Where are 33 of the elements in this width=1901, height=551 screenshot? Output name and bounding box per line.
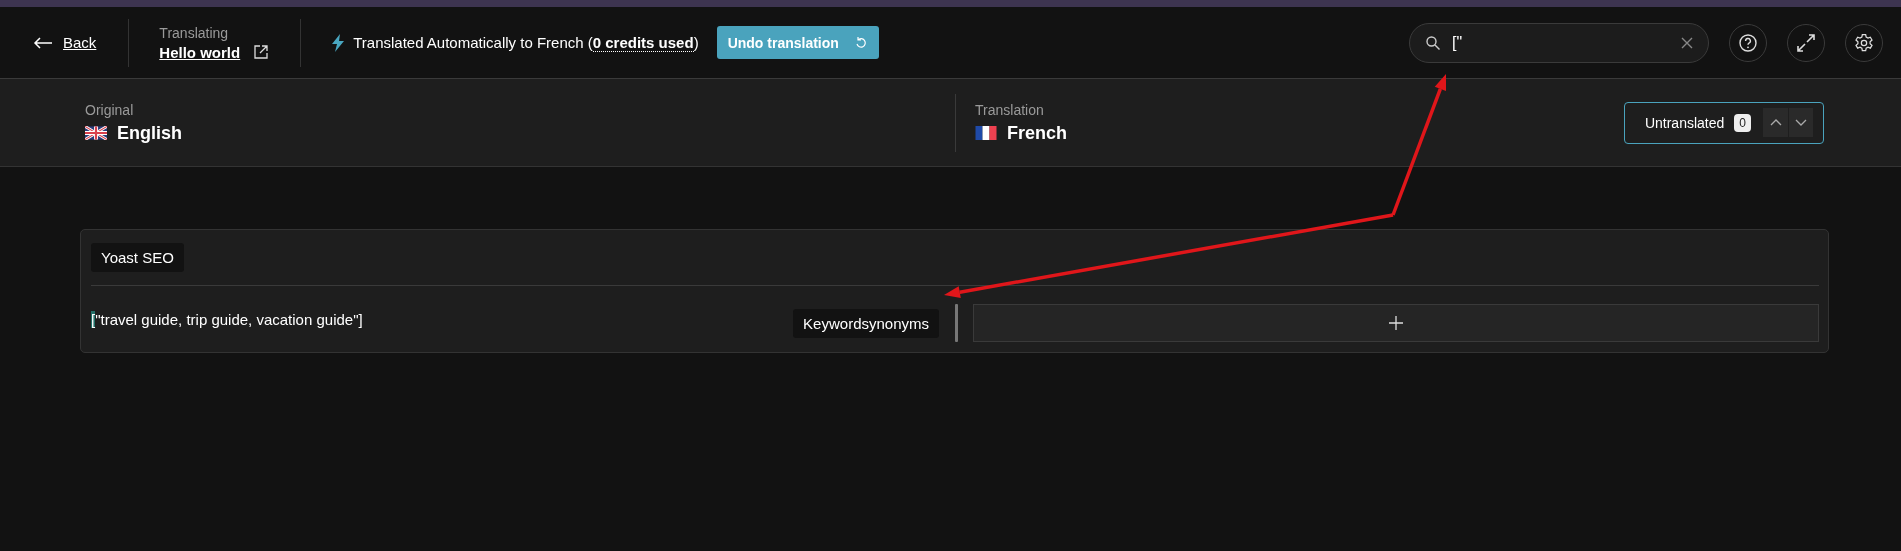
help-icon bbox=[1739, 33, 1757, 52]
search-icon bbox=[1426, 35, 1440, 50]
clear-search-icon[interactable] bbox=[1681, 36, 1693, 49]
untranslated-filter[interactable]: Untranslated 0 bbox=[1623, 101, 1824, 144]
language-name: French bbox=[1007, 122, 1067, 144]
help-button[interactable] bbox=[1729, 23, 1767, 62]
group-title: Yoast SEO bbox=[91, 243, 184, 272]
expand-button[interactable] bbox=[1787, 23, 1825, 62]
flag-icon bbox=[975, 126, 997, 140]
settings-icon bbox=[1854, 32, 1874, 53]
untranslated-label: Untranslated bbox=[1644, 114, 1725, 131]
search-field[interactable]: [" bbox=[1409, 22, 1709, 63]
document-title-link[interactable]: Hello world bbox=[159, 43, 241, 61]
language-caption: Original bbox=[85, 101, 135, 118]
status-text: Translated Automatically to French (0 credits used) bbox=[353, 34, 699, 51]
chevron-up-icon bbox=[1769, 119, 1782, 126]
chevron-down-icon bbox=[1795, 119, 1807, 126]
count-badge: 0 bbox=[1734, 113, 1751, 132]
settings-button[interactable] bbox=[1845, 23, 1883, 62]
lightning-icon bbox=[331, 33, 346, 52]
undo-icon bbox=[854, 36, 867, 49]
language-caption: Translation bbox=[975, 101, 1045, 118]
expand-icon bbox=[1797, 33, 1815, 52]
back-link[interactable]: Back bbox=[33, 34, 97, 51]
translating-caption: Translating bbox=[159, 24, 230, 41]
language-name: English bbox=[117, 122, 182, 144]
arrow-left-icon bbox=[33, 36, 53, 49]
flag-icon bbox=[85, 126, 107, 140]
next-button[interactable] bbox=[1788, 108, 1813, 137]
source-text: ["travel guide, trip guide, vacation guide"] bbox=[91, 310, 364, 330]
external-link-icon[interactable] bbox=[254, 45, 269, 59]
field-label: Keywordsynonyms bbox=[793, 308, 939, 338]
plus-icon bbox=[1389, 316, 1403, 330]
